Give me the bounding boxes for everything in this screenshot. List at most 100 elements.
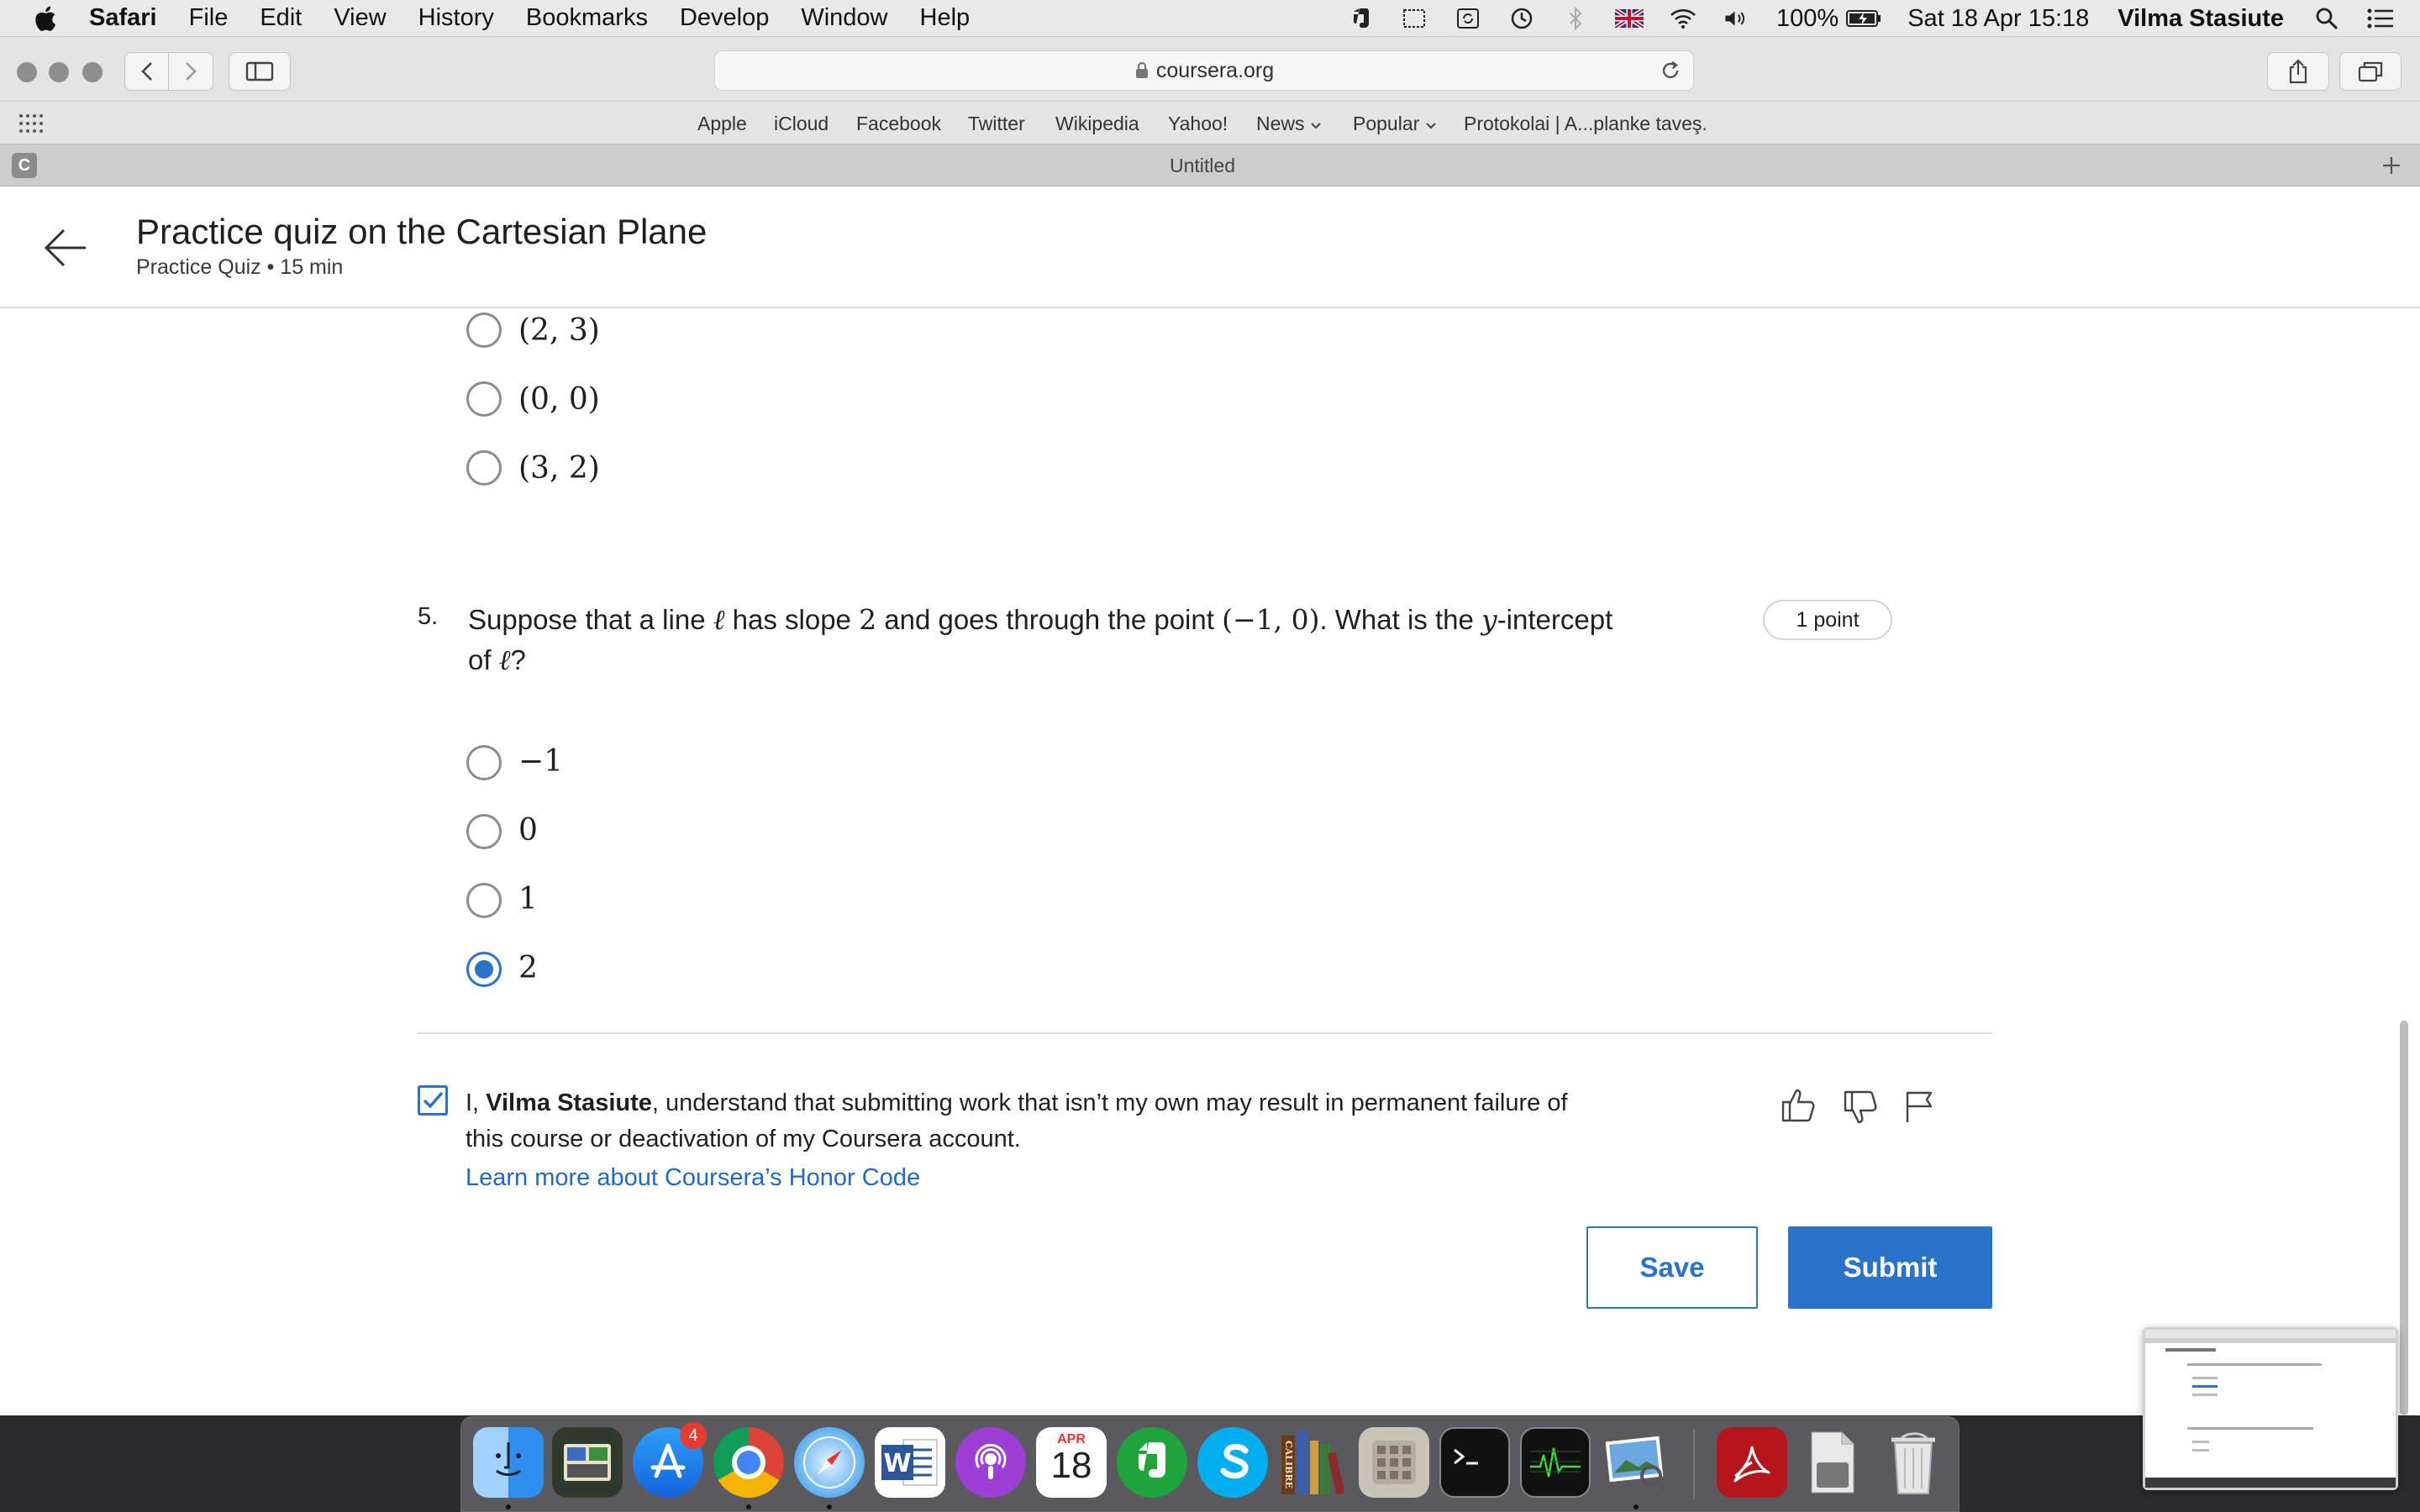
podcasts-icon[interactable] bbox=[955, 1427, 1026, 1498]
thumbnail-text bbox=[2192, 1449, 2209, 1452]
q4-option-radio-3[interactable] bbox=[466, 450, 502, 486]
calibre-label: CALIBRE bbox=[1283, 1441, 1294, 1488]
address-bar[interactable]: coursera.org bbox=[714, 50, 1694, 91]
zoom-window-button[interactable] bbox=[82, 62, 103, 82]
forward-icon[interactable] bbox=[169, 53, 213, 90]
favorite-apple[interactable]: Apple bbox=[697, 113, 747, 135]
screenshot-icon[interactable] bbox=[1400, 6, 1428, 31]
quiz-content: (2, 3) (0, 0) (3, 2) bbox=[0, 310, 2395, 1415]
terminal-icon[interactable] bbox=[1439, 1427, 1510, 1498]
menu-bookmarks[interactable]: Bookmarks bbox=[526, 4, 648, 32]
new-tab-icon[interactable] bbox=[2381, 155, 2402, 176]
prompt-text: ? bbox=[510, 644, 526, 675]
question-number: 5. bbox=[418, 603, 439, 630]
honor-code-statement: I, Vilma Stasiute, understand that submi… bbox=[466, 1085, 1608, 1158]
q5-option-radio-3[interactable] bbox=[466, 883, 502, 918]
favorite-twitter[interactable]: Twitter bbox=[968, 113, 1025, 135]
uk-flag-icon[interactable] bbox=[1615, 6, 1644, 31]
menu-window[interactable]: Window bbox=[801, 4, 887, 32]
favorite-wikipedia[interactable]: Wikipedia bbox=[1055, 113, 1139, 135]
preview-icon[interactable] bbox=[1601, 1427, 1671, 1498]
minimize-window-button[interactable] bbox=[49, 62, 69, 82]
q5-option-radio-4[interactable] bbox=[466, 952, 502, 987]
menu-safari[interactable]: Safari bbox=[89, 4, 157, 32]
prompt-text: Suppose that a line bbox=[468, 604, 713, 635]
submit-button[interactable]: Submit bbox=[1788, 1226, 1992, 1309]
evernote-app-icon[interactable] bbox=[1117, 1427, 1187, 1498]
lock-icon bbox=[1135, 61, 1148, 78]
thumbnail-text bbox=[2187, 1363, 2322, 1366]
skype-icon[interactable] bbox=[1197, 1427, 1268, 1498]
trash-icon[interactable] bbox=[1878, 1427, 1949, 1498]
user-name[interactable]: Vilma Stasiute bbox=[2118, 5, 2284, 33]
evernote-icon[interactable] bbox=[1346, 6, 1375, 31]
volume-icon[interactable] bbox=[1723, 6, 1751, 31]
calendar-icon[interactable]: APR 18 bbox=[1036, 1427, 1107, 1498]
prompt-text: -intercept bbox=[1497, 604, 1613, 635]
menu-develop[interactable]: Develop bbox=[680, 4, 769, 32]
favorite-icloud[interactable]: iCloud bbox=[774, 113, 829, 135]
q4-option-radio-1[interactable] bbox=[466, 312, 502, 348]
thumbs-up-icon[interactable] bbox=[1780, 1085, 1817, 1124]
thumbnail-toolbar bbox=[2145, 1330, 2396, 1338]
back-arrow-icon[interactable] bbox=[44, 227, 87, 269]
q5-option-label-4: 2 bbox=[518, 951, 538, 985]
flag-icon[interactable] bbox=[1904, 1090, 1934, 1124]
points-badge: 1 point bbox=[1763, 600, 1892, 640]
q5-option-radio-1[interactable] bbox=[466, 745, 502, 780]
honor-code-checkbox[interactable] bbox=[418, 1085, 448, 1116]
calibre-icon[interactable]: CALIBRE bbox=[1278, 1427, 1349, 1498]
quiz-header: Practice quiz on the Cartesian Plane Pra… bbox=[0, 186, 2420, 308]
clock[interactable]: Sat 18 Apr 15:18 bbox=[1907, 5, 2089, 33]
tab-bar: C Untitled bbox=[0, 144, 2420, 186]
sync-icon[interactable] bbox=[1454, 6, 1482, 31]
reload-icon[interactable] bbox=[1660, 60, 1681, 81]
save-button[interactable]: Save bbox=[1586, 1226, 1758, 1309]
menu-view[interactable]: View bbox=[334, 4, 386, 32]
scrollbar-thumb[interactable] bbox=[2400, 1021, 2408, 1415]
chrome-icon[interactable] bbox=[713, 1427, 784, 1498]
time-machine-icon[interactable] bbox=[1507, 6, 1536, 31]
notification-center-icon[interactable] bbox=[2366, 6, 2395, 31]
menu-edit[interactable]: Edit bbox=[260, 4, 302, 32]
finder-icon[interactable] bbox=[473, 1427, 544, 1498]
wifi-icon[interactable] bbox=[1669, 6, 1697, 31]
menu-history[interactable]: History bbox=[418, 4, 494, 32]
activity-monitor-icon[interactable] bbox=[1520, 1427, 1591, 1498]
favorite-protokolai[interactable]: Protokolai | A...planke taveş. bbox=[1464, 113, 1707, 135]
sidebar-toggle-button[interactable] bbox=[229, 52, 291, 91]
q4-option-radio-2[interactable] bbox=[466, 381, 502, 417]
apple-menu-icon[interactable] bbox=[32, 4, 57, 33]
favorite-yahoo[interactable]: Yahoo! bbox=[1168, 113, 1228, 135]
menu-file[interactable]: File bbox=[189, 4, 229, 32]
math-point: (−1, 0) bbox=[1222, 603, 1320, 636]
numbers-calculator-icon[interactable] bbox=[1359, 1427, 1429, 1498]
thumbnail-text bbox=[2192, 1377, 2217, 1379]
microsoft-word-icon[interactable]: W bbox=[875, 1427, 945, 1498]
favorite-popular-folder[interactable]: Popular bbox=[1353, 113, 1437, 135]
safari-icon[interactable] bbox=[794, 1427, 865, 1498]
apps-grid-icon[interactable] bbox=[18, 113, 45, 134]
screenshot-thumbnail[interactable] bbox=[2143, 1327, 2398, 1490]
menu-bar-status-area: 100% Sat 18 Apr 15:18 Vilma Stasiute bbox=[1346, 0, 2420, 37]
acrobat-icon[interactable] bbox=[1717, 1427, 1787, 1498]
favorite-news-folder[interactable]: News bbox=[1256, 113, 1322, 135]
menu-help[interactable]: Help bbox=[920, 4, 971, 32]
tab-title[interactable]: Untitled bbox=[0, 144, 2405, 186]
tab-overview-button[interactable] bbox=[2339, 52, 2402, 91]
honor-code-link[interactable]: Learn more about Coursera’s Honor Code bbox=[466, 1164, 920, 1192]
share-button[interactable] bbox=[2267, 52, 2329, 91]
favorite-facebook[interactable]: Facebook bbox=[856, 113, 941, 135]
favorite-news-label: News bbox=[1256, 113, 1305, 134]
back-icon[interactable] bbox=[125, 53, 169, 90]
q5-option-radio-2[interactable] bbox=[466, 814, 502, 849]
spotlight-search-icon[interactable] bbox=[2312, 6, 2341, 31]
downloads-folder-icon[interactable] bbox=[1797, 1427, 1868, 1498]
battery-icon[interactable] bbox=[1845, 6, 1882, 31]
bluetooth-icon[interactable] bbox=[1561, 6, 1590, 31]
image-capture-icon[interactable] bbox=[552, 1427, 623, 1498]
thumbnail-text bbox=[2192, 1441, 2209, 1443]
close-window-button[interactable] bbox=[17, 62, 37, 82]
thumbs-down-icon[interactable] bbox=[1842, 1089, 1879, 1127]
q4-option-label-3: (3, 2) bbox=[518, 451, 600, 486]
